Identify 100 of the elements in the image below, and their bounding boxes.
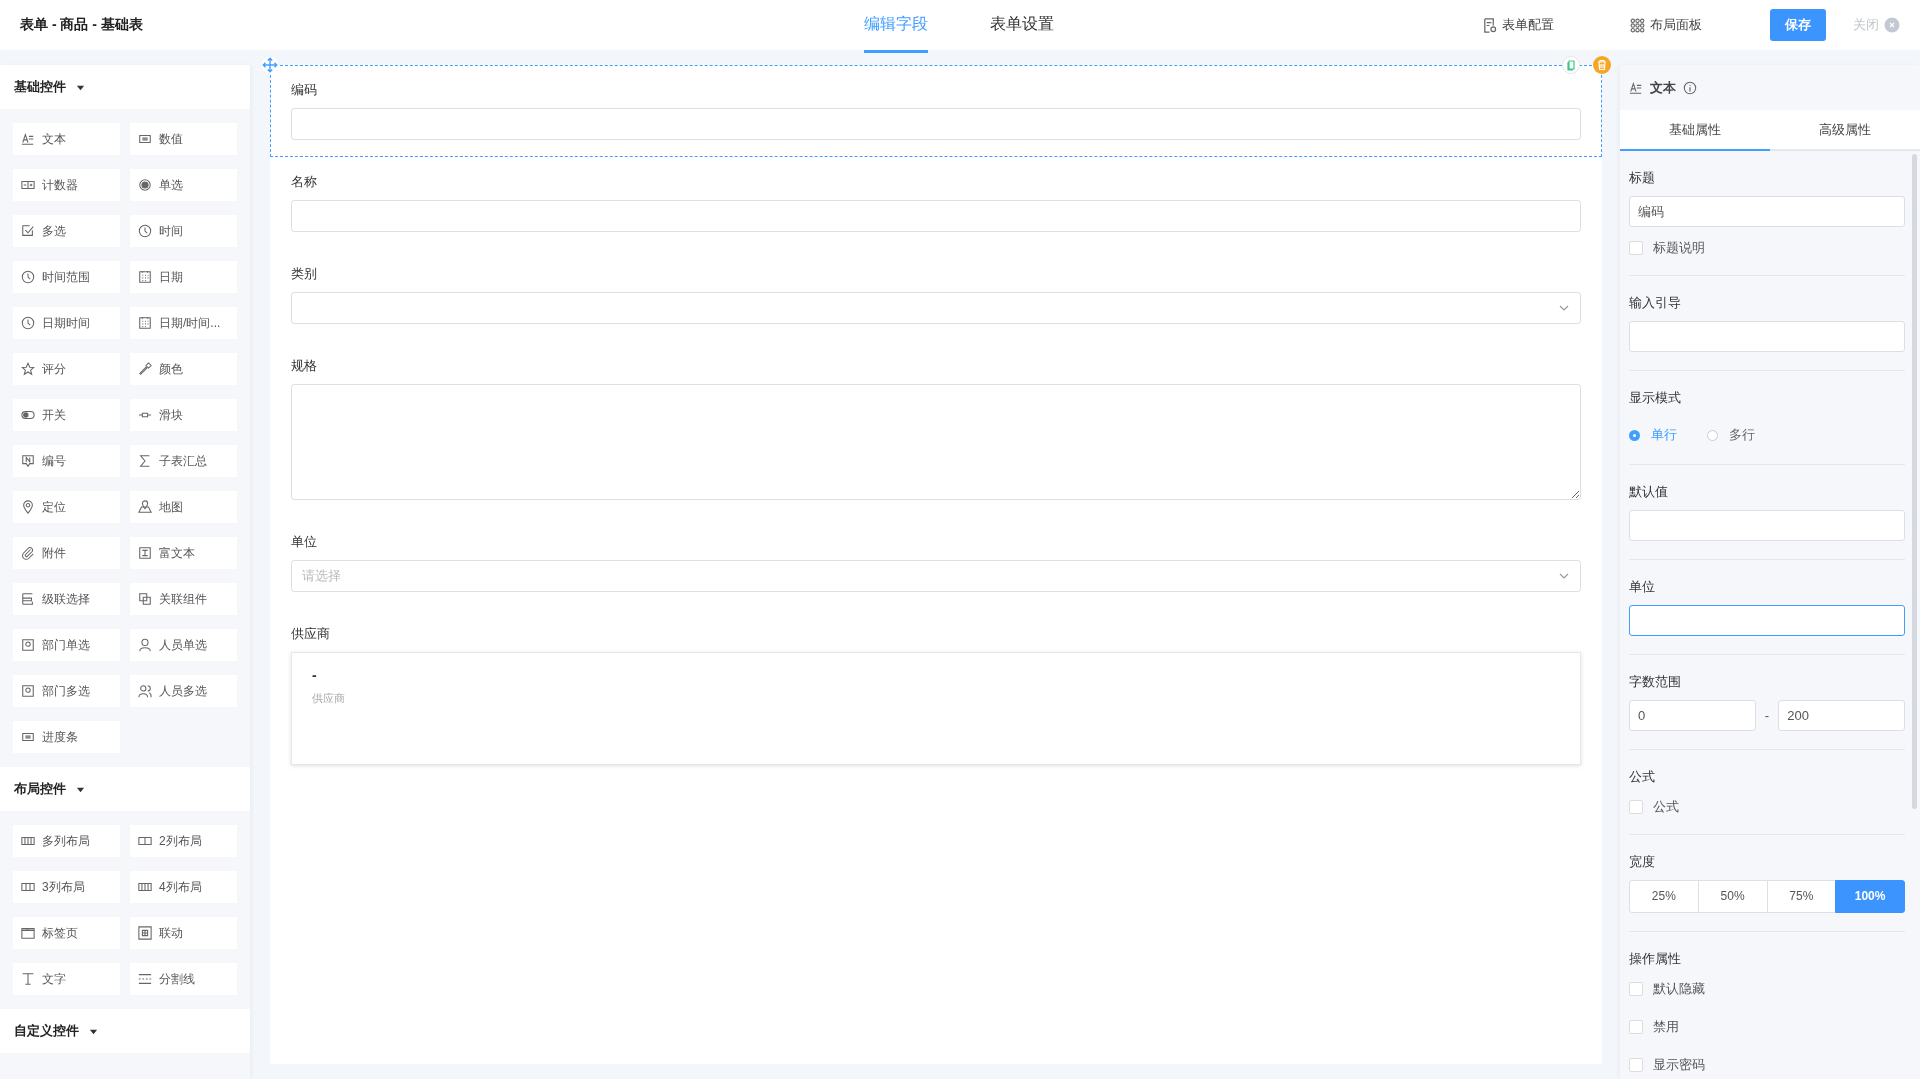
checkbox[interactable] — [1629, 1058, 1643, 1072]
range-separator: - — [1764, 708, 1770, 723]
panel-tab[interactable]: 高级属性 — [1770, 110, 1920, 149]
form-field[interactable]: 单位 请选择 — [270, 517, 1602, 609]
sigma-icon — [138, 454, 152, 468]
checkbox[interactable] — [1629, 800, 1643, 814]
form-field[interactable]: 供应商 - 供应商 — [270, 609, 1602, 782]
toggle-icon — [21, 408, 35, 422]
palette-item[interactable]: 2列布局 — [130, 825, 237, 857]
form-field[interactable]: 编码 — [270, 65, 1602, 157]
close-icon[interactable] — [1884, 17, 1900, 33]
palette-item[interactable]: 3列布局 — [13, 871, 120, 903]
toolbar-link[interactable]: 布局面板 — [1650, 16, 1702, 34]
form-field[interactable]: 类别 — [270, 249, 1602, 341]
checkbox-label[interactable]: 公式 — [1653, 798, 1679, 816]
width-option[interactable]: 50% — [1697, 880, 1768, 913]
radio-icon — [138, 178, 152, 192]
checkbox-label[interactable]: 显示密码 — [1653, 1056, 1705, 1074]
toolbar-link[interactable]: 表单配置 — [1502, 16, 1554, 34]
palette-item[interactable]: 部门多选 — [13, 675, 120, 707]
section-title[interactable]: 基础控件 — [14, 78, 66, 96]
palette-item[interactable]: 部门单选 — [13, 629, 120, 661]
checkbox-label[interactable]: 标题说明 — [1653, 239, 1705, 257]
dropper-icon — [138, 362, 152, 376]
palette-item[interactable]: 时间范围 — [13, 261, 120, 293]
palette-item[interactable]: 数值 — [130, 123, 237, 155]
form-field[interactable]: 名称 — [270, 157, 1602, 249]
section-header[interactable]: 基础控件 — [0, 65, 250, 109]
palette-item[interactable]: 开关 — [13, 399, 120, 431]
scrollbar-thumb[interactable] — [1912, 154, 1917, 809]
palette-item[interactable]: 子表汇总 — [130, 445, 237, 477]
palette-item[interactable]: 单选 — [130, 169, 237, 201]
panel-tab[interactable]: 基础属性 — [1620, 110, 1770, 151]
checkbox-label[interactable]: 禁用 — [1653, 1018, 1679, 1036]
clock-icon — [21, 316, 35, 330]
info-icon[interactable] — [1683, 80, 1697, 95]
palette-item[interactable]: 日期/时间... — [130, 307, 237, 339]
min-input[interactable]: 0 — [1629, 700, 1756, 731]
textarea-field[interactable] — [291, 384, 1581, 500]
input-field[interactable]: 编码 — [1629, 196, 1905, 227]
input-field[interactable] — [1629, 605, 1905, 636]
checkbox[interactable] — [1629, 982, 1643, 996]
section-title[interactable]: 布局控件 — [14, 780, 66, 798]
width-option[interactable]: 25% — [1629, 880, 1699, 913]
calendar-icon — [138, 316, 152, 330]
palette-item[interactable]: 联动 — [130, 917, 237, 949]
form-config-icon[interactable] — [1482, 17, 1497, 33]
radio-button[interactable] — [1629, 429, 1640, 441]
checkbox-label[interactable]: 默认隐藏 — [1653, 980, 1705, 998]
palette-item[interactable]: 级联选择 — [13, 583, 120, 615]
section-header[interactable]: 自定义控件 — [0, 1009, 250, 1053]
palette-item[interactable]: 进度条 — [13, 721, 120, 753]
star-icon — [21, 362, 35, 376]
palette-item[interactable]: 日期 — [130, 261, 237, 293]
palette-item[interactable]: 颜色 — [130, 353, 237, 385]
section-title[interactable]: 自定义控件 — [14, 1022, 79, 1040]
grid-icon[interactable] — [1630, 17, 1645, 33]
clock-icon — [21, 270, 35, 284]
top-tab[interactable]: 表单设置 — [990, 0, 1054, 50]
person-icon — [138, 638, 152, 652]
palette-item[interactable]: 地图 — [130, 491, 237, 523]
checkbox[interactable] — [1629, 241, 1643, 255]
width-option[interactable]: 75% — [1766, 880, 1837, 913]
copy-icon[interactable] — [1562, 56, 1580, 74]
palette-item[interactable]: 分割线 — [130, 963, 237, 995]
checkbox[interactable] — [1629, 1020, 1643, 1034]
select-field[interactable] — [291, 292, 1581, 324]
form-field[interactable]: 规格 — [270, 341, 1602, 517]
palette-item[interactable]: 时间 — [130, 215, 237, 247]
palette-item[interactable]: 人员单选 — [130, 629, 237, 661]
radio-button[interactable] — [1707, 429, 1718, 441]
property-label: 操作属性 — [1629, 950, 1682, 968]
palette-item[interactable]: 评分 — [13, 353, 120, 385]
max-input[interactable]: 200 — [1778, 700, 1905, 731]
palette-item[interactable]: 附件 — [13, 537, 120, 569]
property-label: 公式 — [1629, 768, 1656, 786]
section-header[interactable]: 布局控件 — [0, 767, 250, 811]
move-icon[interactable] — [261, 56, 279, 74]
palette-item[interactable]: 滑块 — [130, 399, 237, 431]
palette-item[interactable]: 富文本 — [130, 537, 237, 569]
department-icon — [21, 638, 35, 652]
palette-item[interactable]: 多选 — [13, 215, 120, 247]
palette-item[interactable]: 关联组件 — [130, 583, 237, 615]
people-icon — [138, 684, 152, 698]
palette-item[interactable]: 文本 — [13, 123, 120, 155]
property-label: 单位 — [1629, 578, 1656, 596]
palette-item[interactable]: 计数器 — [13, 169, 120, 201]
palette-item[interactable]: 多列布局 — [13, 825, 120, 857]
palette-item[interactable]: 人员多选 — [130, 675, 237, 707]
palette-item[interactable]: 文字 — [13, 963, 120, 995]
palette-item[interactable]: 定位 — [13, 491, 120, 523]
palette-item[interactable]: 日期时间 — [13, 307, 120, 339]
palette-item[interactable]: 4列布局 — [130, 871, 237, 903]
palette-item[interactable]: 编号 — [13, 445, 120, 477]
radio-label[interactable]: 多行 — [1729, 426, 1755, 444]
delete-icon[interactable] — [1593, 56, 1611, 74]
subform-box[interactable]: - 供应商 — [291, 652, 1581, 765]
subform-value: - — [312, 667, 317, 683]
palette-item[interactable]: 标签页 — [13, 917, 120, 949]
checkbox-icon — [21, 224, 35, 238]
